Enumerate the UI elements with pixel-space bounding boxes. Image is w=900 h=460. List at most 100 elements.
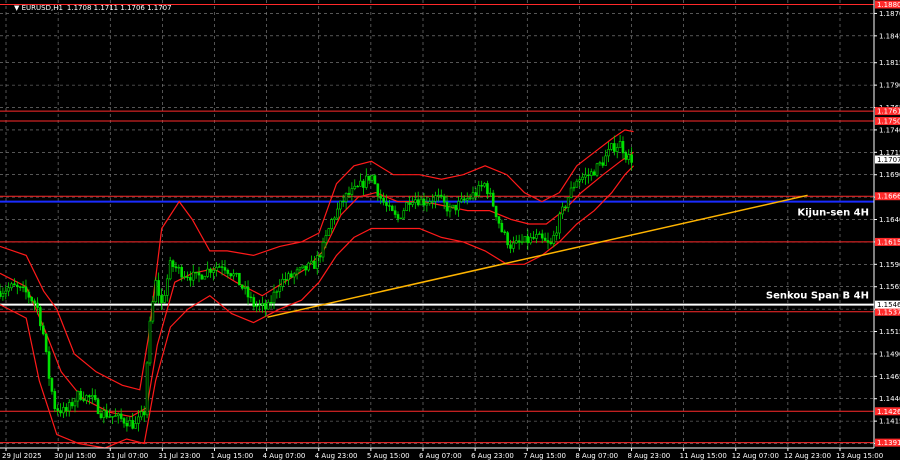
candle-body	[65, 407, 68, 412]
candle-body	[261, 303, 264, 306]
candle-body	[575, 180, 579, 188]
candle-body	[281, 278, 284, 287]
candle-body	[529, 237, 532, 244]
candle-body	[578, 179, 582, 182]
price-tick-label: 1.1690	[879, 171, 900, 179]
candle-body	[512, 242, 515, 249]
candle-body	[33, 300, 36, 304]
candle-body	[396, 214, 400, 219]
candle-body	[186, 276, 189, 278]
candle-body	[226, 269, 230, 274]
candle-body	[102, 410, 106, 418]
candle-body	[295, 269, 299, 275]
candle-body	[79, 390, 83, 400]
candle-body	[321, 241, 325, 258]
candle-body	[382, 197, 385, 203]
candle-body	[93, 395, 97, 400]
candle-body	[56, 408, 59, 411]
candle-body	[183, 276, 186, 278]
candle-body	[134, 423, 137, 429]
candle-body	[451, 204, 455, 208]
price-chart[interactable]: 1.18701.18451.18151.17901.17651.17401.17…	[0, 0, 900, 460]
candle-body	[572, 186, 576, 189]
candle-body	[278, 286, 282, 292]
candle-body	[24, 286, 28, 293]
candle-body	[411, 202, 414, 205]
candle-body	[235, 272, 238, 275]
candle-body	[610, 143, 613, 150]
candle-body	[108, 416, 111, 418]
time-tick-label: 30 Jul 15:00	[54, 452, 96, 460]
candle-body	[587, 174, 590, 177]
candle-body	[255, 305, 258, 307]
candle-body	[523, 236, 527, 243]
candle-body	[414, 199, 417, 203]
candle-body	[339, 200, 342, 210]
kijun-sen-label: Kijun-sen 4H	[797, 208, 869, 219]
candle-body	[310, 260, 313, 264]
candle-body	[116, 413, 120, 417]
candle-body	[232, 273, 235, 277]
candle-body	[229, 273, 233, 277]
level-price-label: 1.1750	[877, 117, 900, 125]
candle-body	[497, 216, 501, 224]
candle-body	[203, 276, 207, 280]
candle-body	[160, 295, 163, 303]
candle-body	[540, 233, 544, 239]
candle-body	[379, 195, 383, 199]
candle-body	[209, 268, 212, 273]
candle-body	[618, 141, 622, 148]
candle-body	[489, 192, 492, 195]
candle-body	[460, 198, 463, 202]
candle-body	[272, 291, 276, 304]
candle-body	[212, 270, 215, 273]
candle-body	[526, 236, 530, 244]
candle-body	[532, 237, 535, 239]
candle-body	[408, 202, 411, 205]
candle-body	[448, 206, 452, 212]
time-tick-label: 4 Aug 07:00	[263, 452, 306, 460]
time-tick-label: 31 Jul 23:00	[158, 452, 200, 460]
candle-body	[307, 262, 310, 271]
candle-body	[105, 410, 109, 418]
candle-body	[419, 198, 423, 206]
candle-body	[434, 195, 437, 202]
candle-body	[39, 307, 42, 327]
candle-body	[171, 260, 175, 267]
candle-body	[627, 154, 631, 160]
price-tick-label: 1.1845	[879, 32, 900, 40]
candle-body	[621, 141, 625, 154]
candle-body	[4, 290, 8, 294]
price-tick-label: 1.1440	[879, 395, 900, 403]
candle-body	[341, 200, 345, 203]
time-tick-label: 4 Aug 23:00	[315, 452, 358, 460]
candle-body	[30, 296, 34, 302]
candle-body	[405, 202, 408, 211]
candle-body	[558, 213, 561, 234]
candle-body	[457, 201, 460, 211]
candle-body	[428, 201, 432, 204]
candle-body	[376, 183, 380, 197]
candle-body	[463, 198, 466, 201]
candle-body	[191, 271, 195, 281]
level-price-label: 1.1761	[877, 108, 900, 116]
time-tick-label: 6 Aug 07:00	[419, 452, 462, 460]
candle-body	[119, 413, 123, 419]
senkou-price-label: 1.1546	[877, 301, 900, 309]
candle-body	[589, 171, 593, 176]
candle-body	[549, 242, 553, 244]
price-tick-label: 1.1565	[879, 283, 900, 291]
candle-body	[53, 391, 57, 409]
candle-body	[367, 175, 371, 181]
candle-body	[468, 197, 472, 200]
candle-body	[47, 351, 51, 379]
candle-body	[180, 266, 184, 278]
candle-body	[243, 287, 247, 289]
candle-body	[561, 206, 564, 215]
level-price-label: 1.1426	[877, 408, 900, 416]
candle-body	[483, 183, 486, 187]
candle-body	[128, 420, 132, 427]
candle-body	[67, 402, 71, 412]
candle-body	[350, 188, 354, 195]
candle-body	[344, 192, 348, 202]
